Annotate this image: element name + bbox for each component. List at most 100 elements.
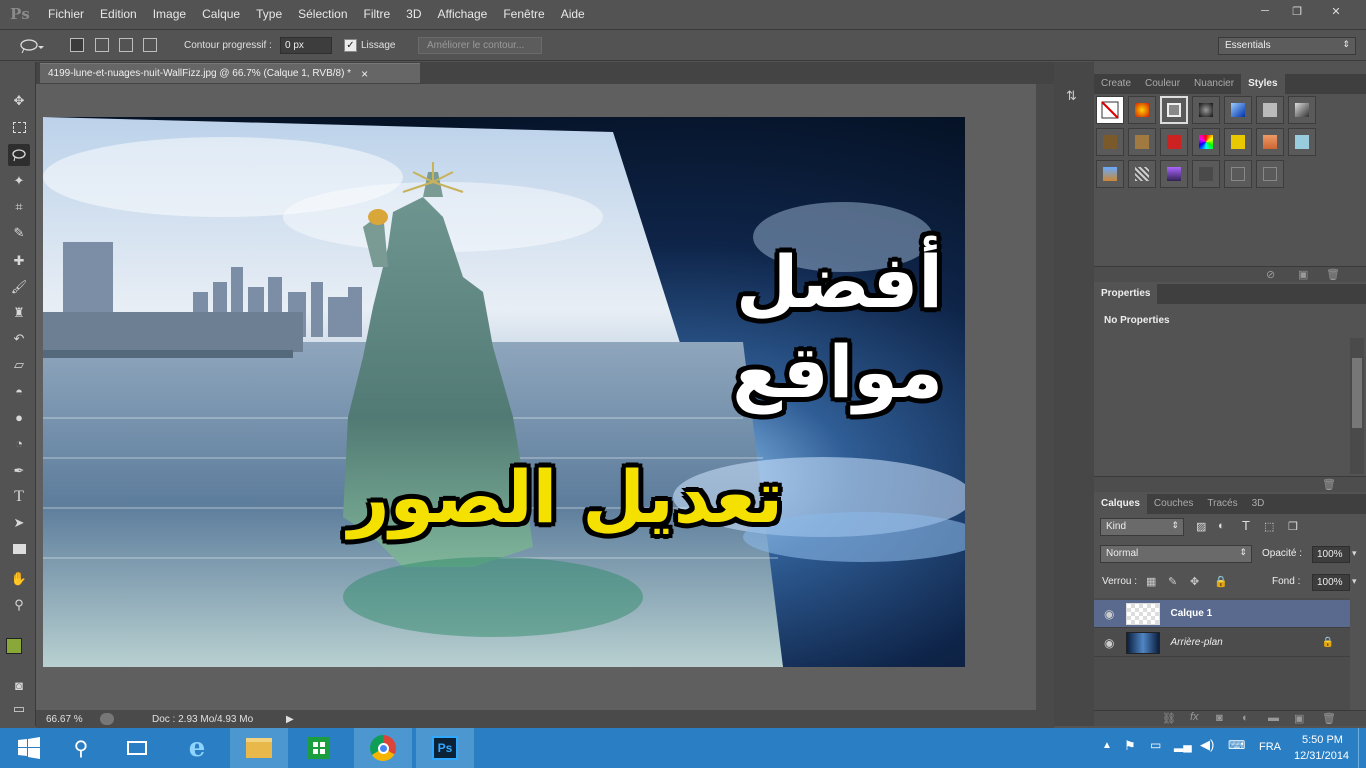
vertical-scrollbar[interactable]	[1036, 84, 1054, 710]
style-swatch-12[interactable]	[1224, 128, 1252, 156]
style-swatch-6[interactable]	[1256, 96, 1284, 124]
clear-style-icon[interactable]: ⊘	[1266, 268, 1275, 281]
style-swatch-16[interactable]	[1128, 160, 1156, 188]
lock-transparency-icon[interactable]: ▦	[1146, 575, 1156, 588]
new-layer-icon[interactable]: ▣	[1294, 712, 1304, 725]
intersect-selection-icon[interactable]	[143, 38, 157, 52]
menu-fenetre[interactable]: Fenêtre	[495, 0, 552, 28]
tab-traces[interactable]: Tracés	[1200, 494, 1244, 514]
menu-fichier[interactable]: Fichier	[40, 0, 92, 28]
filter-type-icon[interactable]: T	[1242, 518, 1250, 533]
clock-date[interactable]: 12/31/2014	[1294, 750, 1349, 762]
style-swatch-14[interactable]	[1288, 128, 1316, 156]
layer-name[interactable]: Arrière-plan	[1170, 637, 1222, 648]
fx-icon[interactable]: fx	[1190, 711, 1199, 723]
eyedropper-tool-icon[interactable]: ✎	[8, 222, 30, 244]
menu-selection[interactable]: Sélection	[290, 0, 355, 28]
style-none-swatch[interactable]	[1096, 96, 1124, 124]
tab-3d[interactable]: 3D	[1245, 494, 1272, 514]
lock-all-icon[interactable]: 🔒	[1214, 575, 1228, 588]
screen-mode-icon[interactable]: ▭	[8, 698, 30, 720]
properties-scrollbar[interactable]	[1350, 338, 1364, 474]
style-swatch-5[interactable]	[1224, 96, 1252, 124]
feather-input[interactable]: 0 px	[280, 37, 332, 54]
quick-mask-icon[interactable]: ◙	[8, 674, 30, 696]
battery-icon[interactable]: ▭	[1150, 738, 1161, 752]
menu-aide[interactable]: Aide	[553, 0, 593, 28]
lock-position-icon[interactable]: ✥	[1190, 575, 1199, 588]
menu-edition[interactable]: Edition	[92, 0, 145, 28]
antialias-checkbox[interactable]: ✓	[344, 39, 357, 52]
fill-input[interactable]: 100%	[1312, 574, 1350, 591]
subtract-selection-icon[interactable]	[119, 38, 133, 52]
opacity-dropdown-icon[interactable]: ▾	[1352, 548, 1357, 559]
style-swatch-7[interactable]	[1288, 96, 1316, 124]
style-swatch-17[interactable]	[1160, 160, 1188, 188]
dodge-tool-icon[interactable]: ◔	[8, 432, 30, 454]
trash-icon[interactable]: 🗑	[1326, 268, 1340, 281]
menu-filtre[interactable]: Filtre	[356, 0, 399, 28]
close-icon[interactable]: ×	[361, 67, 368, 81]
layer-row[interactable]: ◉ Arrière-plan 🔒	[1094, 629, 1350, 657]
style-swatch-3[interactable]	[1160, 96, 1188, 124]
style-swatch-10[interactable]	[1160, 128, 1188, 156]
menu-affichage[interactable]: Affichage	[430, 0, 496, 28]
tab-couches[interactable]: Couches	[1147, 494, 1200, 514]
store-icon[interactable]	[290, 728, 348, 768]
tab-nuancier[interactable]: Nuancier	[1187, 74, 1241, 94]
ie-icon[interactable]: e	[168, 728, 226, 768]
crop-tool-icon[interactable]: ⌗	[8, 196, 30, 218]
minimize-button[interactable]: ─	[1250, 2, 1280, 20]
link-layers-icon[interactable]: ⛓	[1162, 712, 1176, 725]
foreground-color-swatch[interactable]	[6, 638, 22, 654]
restore-button[interactable]: ❐	[1282, 2, 1312, 20]
photoshop-icon[interactable]: Ps	[416, 728, 474, 768]
eye-icon[interactable]: ◉	[1104, 607, 1114, 621]
menu-calque[interactable]: Calque	[194, 0, 248, 28]
history-brush-tool-icon[interactable]: ↶	[8, 328, 30, 350]
task-view-icon[interactable]	[108, 728, 166, 768]
history-icon[interactable]: ⇅	[1066, 88, 1082, 106]
menu-type[interactable]: Type	[248, 0, 290, 28]
style-swatch-4[interactable]	[1192, 96, 1220, 124]
status-menu-arrow-icon[interactable]: ▶	[286, 714, 294, 725]
eye-icon[interactable]: ◉	[1104, 636, 1114, 650]
menu-image[interactable]: Image	[145, 0, 194, 28]
fill-dropdown-icon[interactable]: ▾	[1352, 576, 1357, 587]
shape-tool-icon[interactable]	[8, 538, 30, 560]
style-swatch-18[interactable]	[1192, 160, 1220, 188]
menu-3d[interactable]: 3D	[398, 0, 429, 28]
trash-icon[interactable]: 🗑	[1322, 478, 1336, 491]
layer-name[interactable]: Calque 1	[1170, 608, 1212, 619]
magic-wand-tool-icon[interactable]: ✦	[8, 170, 30, 192]
tab-calques[interactable]: Calques	[1094, 494, 1147, 514]
lock-pixels-icon[interactable]: ✎	[1168, 575, 1177, 588]
blur-tool-icon[interactable]: ●	[8, 406, 30, 428]
show-desktop-button[interactable]	[1358, 728, 1366, 768]
filter-adjust-icon[interactable]: ◐	[1218, 520, 1225, 532]
eraser-tool-icon[interactable]: ▱	[8, 354, 30, 376]
type-tool-icon[interactable]: T	[8, 486, 30, 508]
clock-time[interactable]: 5:50 PM	[1302, 734, 1343, 746]
trash-icon[interactable]: 🗑	[1322, 712, 1336, 725]
opacity-input[interactable]: 100%	[1312, 546, 1350, 563]
style-swatch-20[interactable]	[1256, 160, 1284, 188]
add-selection-icon[interactable]	[95, 38, 109, 52]
volume-icon[interactable]: ◀)	[1200, 737, 1214, 753]
zoom-level[interactable]: 66.67 %	[46, 714, 90, 725]
document-canvas[interactable]: أفضل مواقع تعديل الصور	[43, 117, 965, 667]
adjustment-layer-icon[interactable]: ◐	[1242, 712, 1249, 724]
chrome-icon[interactable]	[354, 728, 412, 768]
explorer-icon[interactable]	[230, 728, 288, 768]
flag-icon[interactable]: ⚑	[1124, 738, 1136, 754]
tab-couleur[interactable]: Couleur	[1138, 74, 1187, 94]
zoom-tool-icon[interactable]: ⚲	[8, 594, 30, 616]
input-language[interactable]: FRA	[1259, 741, 1281, 753]
tab-styles[interactable]: Styles	[1241, 74, 1285, 94]
filter-smart-icon[interactable]: ❒	[1288, 520, 1298, 533]
layer-row[interactable]: ◉ Calque 1	[1094, 600, 1350, 628]
style-swatch-11[interactable]	[1192, 128, 1220, 156]
healing-brush-tool-icon[interactable]: ✚	[8, 250, 30, 272]
filter-shape-icon[interactable]: ⬚	[1264, 520, 1274, 533]
filter-image-icon[interactable]: ▨	[1196, 520, 1206, 533]
